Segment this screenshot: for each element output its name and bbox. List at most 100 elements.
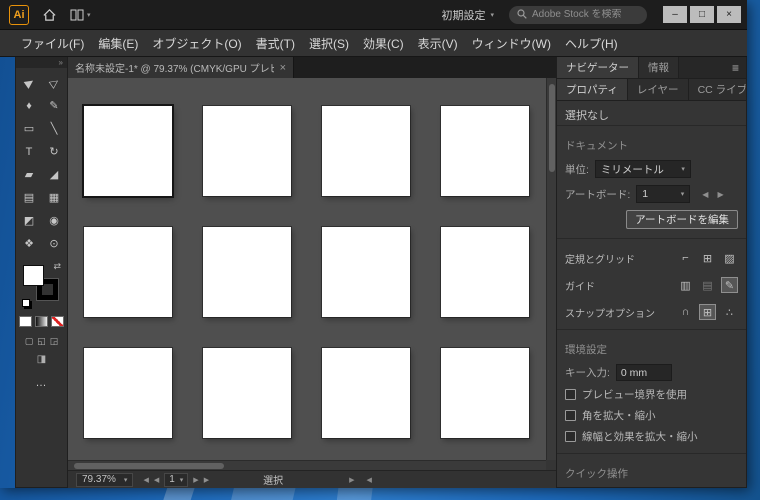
type-tool[interactable]: T	[17, 140, 42, 163]
snap-to-point-icon[interactable]: ∴	[721, 304, 738, 320]
previous-artboard-icon[interactable]: ◀	[154, 476, 159, 484]
pencil-tool[interactable]: ✎	[42, 94, 67, 117]
direct-selection-tool[interactable]: ▷	[42, 71, 67, 94]
tab-navigator[interactable]: ナビゲーター	[557, 57, 639, 78]
rulers-grid-label: 定規とグリッド	[565, 254, 635, 266]
selection-tool[interactable]: ▶	[17, 71, 42, 94]
use-preview-bounds-checkbox[interactable]	[565, 389, 576, 400]
toolbar-collapse-chevron[interactable]: »	[16, 57, 67, 68]
snap-to-grid-icon[interactable]: ∩	[677, 304, 694, 320]
workspace-switcher[interactable]: 初期設定 ▾	[441, 7, 494, 23]
close-window-button[interactable]: ×	[717, 6, 741, 23]
artboard-number-dropdown[interactable]: 1 ▾	[164, 472, 189, 487]
search-input[interactable]	[532, 9, 639, 20]
menu-edit[interactable]: 編集(E)	[98, 35, 138, 52]
edit-artboards-button[interactable]: アートボードを編集	[626, 210, 738, 229]
next-artboard-icon[interactable]: ▶	[717, 190, 723, 199]
menu-select[interactable]: 選択(S)	[309, 35, 349, 52]
tab-info[interactable]: 情報	[639, 57, 679, 78]
artboard[interactable]	[441, 348, 529, 438]
paintbrush-tool[interactable]: ▰	[17, 163, 42, 186]
tab-layers[interactable]: レイヤー	[627, 79, 689, 100]
artboard[interactable]	[322, 227, 410, 317]
vertical-scrollbar-thumb[interactable]	[549, 84, 555, 172]
artboard[interactable]	[322, 348, 410, 438]
smart-guides-icon[interactable]: ✎	[721, 277, 738, 293]
draw-behind-icon[interactable]: ◱	[37, 336, 46, 347]
snap-to-pixel-icon[interactable]: ⊞	[699, 304, 716, 320]
artboard-dropdown[interactable]: 1 ▾	[636, 185, 691, 203]
tab-cc-libraries[interactable]: CC ライブラリ	[688, 79, 746, 100]
mesh-tool[interactable]: ▦	[42, 186, 67, 209]
minimize-button[interactable]: –	[663, 6, 687, 23]
artboard-active[interactable]	[84, 106, 172, 196]
shape-builder-tool[interactable]: ◩	[17, 209, 42, 232]
rotate-tool[interactable]: ↻	[42, 140, 67, 163]
status-next-icon[interactable]: ▶	[349, 476, 354, 484]
artboard[interactable]	[441, 106, 529, 196]
ruler-icon[interactable]: ⌐	[677, 250, 694, 266]
gradient-tool[interactable]: ▤	[17, 186, 42, 209]
rectangle-tool[interactable]: ▭	[17, 117, 42, 140]
blend-tool[interactable]: ◉	[42, 209, 67, 232]
scale-strokes-effects-checkbox[interactable]	[565, 431, 576, 442]
home-button[interactable]	[42, 8, 57, 22]
previous-artboard-icon[interactable]: ◀	[702, 190, 708, 199]
maximize-button[interactable]: □	[690, 6, 714, 23]
artboard[interactable]	[322, 106, 410, 196]
horizontal-scrollbar-thumb[interactable]	[74, 463, 224, 469]
scale-corners-checkbox[interactable]	[565, 410, 576, 421]
draw-inside-icon[interactable]: ◲	[50, 336, 59, 347]
artboard[interactable]	[84, 348, 172, 438]
show-guides-icon[interactable]: ▥	[677, 277, 694, 293]
hand-tool[interactable]: ❖	[17, 232, 42, 255]
artboard[interactable]	[441, 227, 529, 317]
last-artboard-icon[interactable]: ▶	[204, 476, 209, 484]
menu-view[interactable]: 表示(V)	[418, 35, 458, 52]
draw-normal-icon[interactable]: ▢	[25, 336, 34, 347]
canvas[interactable]	[68, 78, 546, 460]
close-tab-icon[interactable]: ×	[280, 62, 286, 74]
key-input-field[interactable]	[615, 364, 672, 381]
edit-toolbar-ellipsis[interactable]: …	[16, 377, 67, 389]
vertical-scrollbar[interactable]	[546, 78, 556, 460]
first-artboard-icon[interactable]: ◀	[143, 476, 148, 484]
status-prev-icon[interactable]: ◀	[366, 476, 371, 484]
transparency-grid-icon[interactable]: ▨	[721, 250, 738, 266]
pen-tool[interactable]: ♦	[17, 94, 42, 117]
snap-options-row: スナップオプション ∩ ⊞ ∴	[565, 304, 738, 320]
menu-effect[interactable]: 効果(C)	[363, 35, 404, 52]
menu-file[interactable]: ファイル(F)	[21, 35, 84, 52]
screen-mode-icon[interactable]: ◨	[16, 354, 67, 365]
line-segment-tool[interactable]: ╲	[42, 117, 67, 140]
menu-help[interactable]: ヘルプ(H)	[565, 35, 618, 52]
lock-guides-icon[interactable]: ▤	[699, 277, 716, 293]
eyedropper-tool[interactable]: ◢	[42, 163, 67, 186]
scale-strokes-effects-label: 線幅と効果を拡大・縮小	[582, 431, 698, 443]
units-dropdown[interactable]: ミリメートル ▾	[594, 160, 691, 178]
artboard-row: アートボード: 1 ▾ ◀ ▶	[565, 185, 738, 203]
fill-swatch[interactable]	[23, 265, 44, 286]
default-fill-stroke-icon[interactable]	[22, 299, 30, 307]
arrange-documents-button[interactable]: ▾	[70, 9, 91, 21]
artboard[interactable]	[84, 227, 172, 317]
zoom-tool[interactable]: ⊙	[42, 232, 67, 255]
menu-object[interactable]: オブジェクト(O)	[152, 35, 241, 52]
artboard[interactable]	[203, 227, 291, 317]
zoom-level-dropdown[interactable]: 79.37% ▾	[76, 472, 134, 487]
swap-fill-stroke-icon[interactable]: ⇄	[53, 261, 61, 272]
next-artboard-icon[interactable]: ▶	[193, 476, 198, 484]
panel-menu-icon[interactable]: ≡	[732, 61, 739, 75]
menu-type[interactable]: 書式(T)	[256, 35, 295, 52]
gradient-button[interactable]	[35, 316, 48, 327]
artboard[interactable]	[203, 106, 291, 196]
document-tab[interactable]: 名称未設定-1* @ 79.37% (CMYK/GPU プレビュー) ×	[68, 57, 294, 78]
color-button[interactable]	[19, 316, 32, 327]
menu-window[interactable]: ウィンドウ(W)	[472, 35, 551, 52]
none-button[interactable]	[51, 316, 64, 327]
tab-properties[interactable]: プロパティ	[557, 79, 628, 100]
grid-icon[interactable]: ⊞	[699, 250, 716, 266]
horizontal-scrollbar[interactable]	[68, 460, 546, 470]
adobe-stock-search[interactable]	[509, 5, 647, 24]
artboard[interactable]	[203, 348, 291, 438]
